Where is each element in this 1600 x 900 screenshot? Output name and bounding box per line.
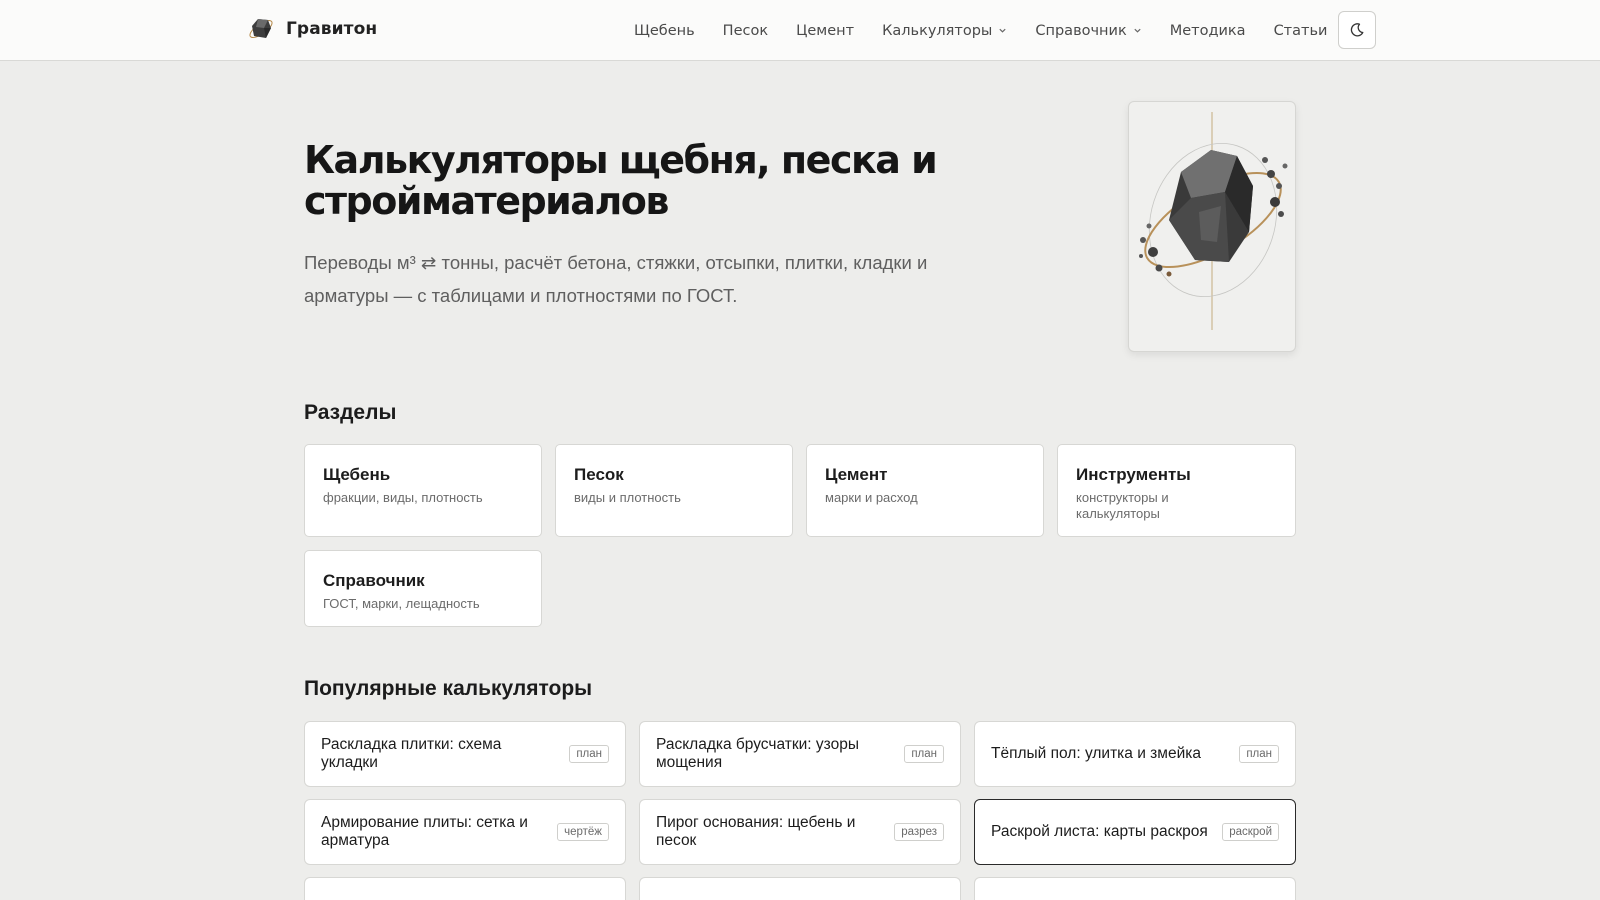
section-card-title: Щебень	[323, 465, 391, 484]
section-card-desc: виды и плотность	[574, 490, 681, 505]
nav-item-articles[interactable]: Статьи	[1274, 23, 1328, 39]
calc-card-tile-layout[interactable]: Раскладка плитки: схема укладки план	[304, 721, 626, 787]
calc-card-title: Армирование плиты: сетка и арматура	[321, 814, 528, 849]
calc-card-title: Раскрой листа: карты раскроя	[991, 823, 1208, 840]
chevron-down-icon	[999, 28, 1006, 33]
nav-item-reference[interactable]: Справочник	[1035, 23, 1141, 39]
page-title: Калькуляторы щебня, песка и стройматериа…	[304, 138, 938, 223]
nav-label: Калькуляторы	[882, 22, 993, 39]
calc-card-tag: план	[569, 745, 609, 763]
calc-card-tag: раскрой	[1222, 823, 1279, 841]
calc-card-partial[interactable]	[639, 877, 961, 900]
section-card-title: Инструменты	[1076, 465, 1191, 484]
hero-illustration	[1128, 101, 1296, 352]
calc-card-title: Пирог основания: щебень и песок	[656, 814, 856, 849]
sections-heading: Разделы	[304, 401, 397, 424]
section-card-sand[interactable]: Песок виды и плотность	[555, 444, 793, 537]
calc-card-warm-floor[interactable]: Тёплый пол: улитка и змейка план	[974, 721, 1296, 787]
calc-card-title: Раскладка плитки: схема укладки	[321, 736, 502, 771]
section-card-reference[interactable]: Справочник ГОСТ, марки, лещадность	[304, 550, 542, 627]
section-card-cement[interactable]: Цемент марки и расход	[806, 444, 1044, 537]
nav-label: Методика	[1169, 22, 1246, 39]
nav-item-cement[interactable]: Цемент	[796, 23, 854, 39]
calc-card-title: Раскладка брусчатки: узоры мощения	[656, 736, 859, 771]
section-card-desc: марки и расход	[825, 490, 918, 505]
nav-label: Справочник	[1035, 22, 1127, 39]
nav-item-sand[interactable]: Песок	[723, 23, 768, 39]
section-card-title: Справочник	[323, 571, 425, 590]
section-card-title: Цемент	[825, 465, 888, 484]
calc-card-base-layers[interactable]: Пирог основания: щебень и песок разрез	[639, 799, 961, 865]
theme-toggle-button[interactable]	[1338, 11, 1376, 49]
site-header: Гравитон Щебень Песок Цемент Калькулятор…	[0, 0, 1600, 61]
calc-card-sheet-cutting[interactable]: Раскрой листа: карты раскроя раскрой	[974, 799, 1296, 865]
page-subtitle: Переводы м³ ⇄ тонны, расчёт бетона, стяж…	[304, 252, 928, 306]
popular-heading: Популярные калькуляторы	[304, 677, 593, 700]
nav-label: Статьи	[1273, 22, 1328, 39]
section-card-tools[interactable]: Инструменты конструкторы и калькуляторы	[1057, 444, 1296, 537]
nav-item-calculators[interactable]: Калькуляторы	[882, 23, 1007, 39]
chevron-down-icon	[1134, 28, 1141, 33]
calc-card-slab-reinforcement[interactable]: Армирование плиты: сетка и арматура черт…	[304, 799, 626, 865]
section-card-gravel[interactable]: Щебень фракции, виды, плотность	[304, 444, 542, 537]
nav-item-gravel[interactable]: Щебень	[634, 23, 695, 39]
nav-item-methodology[interactable]: Методика	[1170, 23, 1246, 39]
rock-orbit-illustration-icon	[1139, 112, 1288, 330]
calc-card-tag: чертёж	[557, 823, 609, 841]
calc-card-tag: план	[904, 745, 944, 763]
main-nav: Щебень Песок Цемент Калькуляторы Справоч…	[634, 0, 1327, 61]
section-card-desc: конструкторы и калькуляторы	[1076, 490, 1169, 521]
calc-card-partial[interactable]	[304, 877, 626, 900]
rock-logo-icon	[249, 19, 273, 39]
nav-label: Песок	[722, 22, 769, 39]
calc-card-tag: план	[1239, 745, 1279, 763]
calc-card-partial[interactable]	[974, 877, 1296, 900]
nav-label: Щебень	[634, 22, 695, 39]
brand-logo[interactable]: Гравитон	[246, 14, 377, 44]
brand-name: Гравитон	[286, 19, 378, 39]
nav-label: Цемент	[796, 22, 855, 39]
moon-icon	[1350, 23, 1364, 37]
section-card-desc: фракции, виды, плотность	[323, 490, 483, 505]
calc-card-tag: разрез	[894, 823, 944, 841]
section-card-title: Песок	[574, 465, 624, 484]
calc-card-paving-layout[interactable]: Раскладка брусчатки: узоры мощения план	[639, 721, 961, 787]
section-card-desc: ГОСТ, марки, лещадность	[323, 596, 480, 611]
calc-card-title: Тёплый пол: улитка и змейка	[991, 745, 1201, 762]
